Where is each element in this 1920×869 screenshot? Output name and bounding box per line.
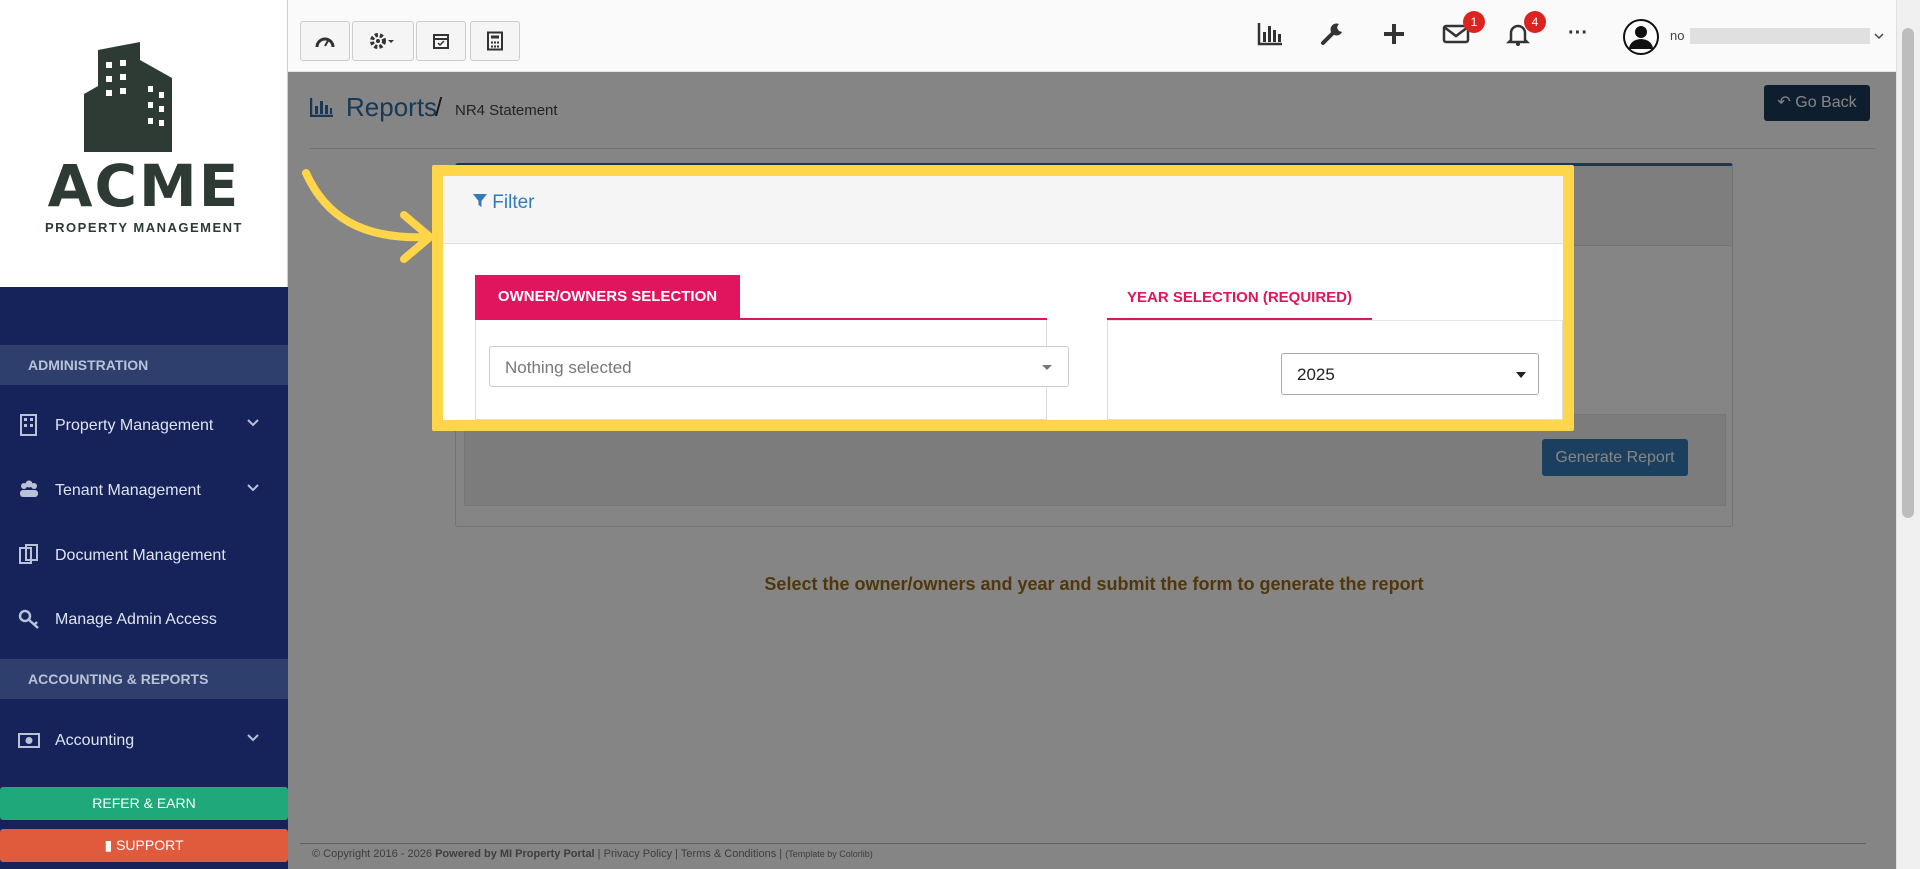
tab-year-selection[interactable]: YEAR SELECTION (REQUIRED) (1107, 275, 1372, 319)
notification-count-badge: 4 (1524, 11, 1546, 33)
refer-earn-button[interactable]: REFER & EARN (0, 787, 288, 820)
chevron-down-icon (247, 484, 259, 492)
documents-icon (19, 544, 38, 564)
plus-icon[interactable] (1380, 20, 1408, 48)
year-select[interactable]: 2025 (1281, 353, 1539, 395)
chevron-down-icon (247, 734, 259, 742)
caret-down-icon (1516, 372, 1526, 378)
gear-icon (370, 33, 394, 49)
dashboard-icon (315, 37, 335, 48)
avatar[interactable] (1622, 18, 1660, 56)
calendar-button[interactable] (416, 21, 466, 61)
section-administration: ADMINISTRATION (0, 345, 288, 385)
calculator-icon (487, 31, 503, 51)
chevron-down-icon[interactable] (1874, 32, 1884, 40)
tab-owner-selection[interactable]: OWNER/OWNERS SELECTION (475, 275, 740, 319)
money-icon (18, 733, 40, 748)
brand-subtitle: PROPERTY MANAGEMENT (45, 220, 243, 235)
owner-select[interactable]: Nothing selected (489, 346, 1069, 387)
key-icon (18, 609, 39, 629)
redacted-email (1690, 28, 1870, 44)
filter-toggle[interactable]: Filter (473, 192, 535, 214)
user-name[interactable]: no (1670, 28, 1684, 43)
sidebar-item-accounting[interactable]: Accounting (0, 715, 288, 767)
sidebar-item-document-management[interactable]: Document Management (0, 530, 288, 582)
calendar-check-icon (433, 34, 449, 49)
logo[interactable]: ACME PROPERTY MANAGEMENT (0, 0, 288, 287)
top-bar: 1 4 ··· no (288, 0, 1896, 72)
dashboard-button[interactable] (300, 21, 350, 61)
support-label: SUPPORT (116, 837, 184, 853)
filter-icon (473, 194, 487, 207)
caret-down-icon (1042, 365, 1052, 370)
more-menu-button[interactable]: ··· (1568, 22, 1588, 45)
wrench-icon[interactable] (1318, 20, 1346, 48)
building-icon (20, 414, 37, 436)
sidebar-item-label: Property Management (55, 417, 214, 434)
sidebar-item-label: Accounting (55, 732, 135, 749)
filter-label: Filter (492, 192, 535, 213)
mail-count-badge: 1 (1463, 11, 1485, 33)
settings-dropdown-button[interactable] (352, 21, 414, 61)
brand-name: ACME (47, 152, 241, 220)
sidebar-item-tenant-management[interactable]: Tenant Management (0, 465, 288, 517)
book-icon: ▮ (104, 837, 113, 853)
sidebar-item-label: Manage Admin Access (55, 611, 217, 628)
bar-chart-icon[interactable] (1256, 20, 1284, 48)
sidebar-item-label: Document Management (55, 547, 226, 564)
chevron-down-icon (247, 419, 259, 427)
calculator-button[interactable] (470, 21, 520, 61)
filter-panel-header (443, 176, 1563, 244)
owner-select-value: Nothing selected (505, 358, 632, 377)
support-button[interactable]: ▮ SUPPORT (0, 829, 288, 862)
sidebar: ACME PROPERTY MANAGEMENT ADMINISTRATION … (0, 0, 288, 869)
sidebar-item-label: Tenant Management (55, 482, 201, 499)
building-logo-icon (84, 42, 172, 152)
scrollbar-thumb[interactable] (1902, 28, 1914, 518)
section-accounting-reports: ACCOUNTING & REPORTS (0, 659, 288, 699)
annotation-arrow-icon (302, 169, 434, 263)
sidebar-item-manage-admin-access[interactable]: Manage Admin Access (0, 594, 288, 646)
year-select-value: 2025 (1297, 365, 1335, 384)
filter-panel: Filter OWNER/OWNERS SELECTION Nothing se… (443, 176, 1563, 420)
sidebar-item-property-management[interactable]: Property Management (0, 400, 288, 452)
users-icon (20, 480, 38, 497)
